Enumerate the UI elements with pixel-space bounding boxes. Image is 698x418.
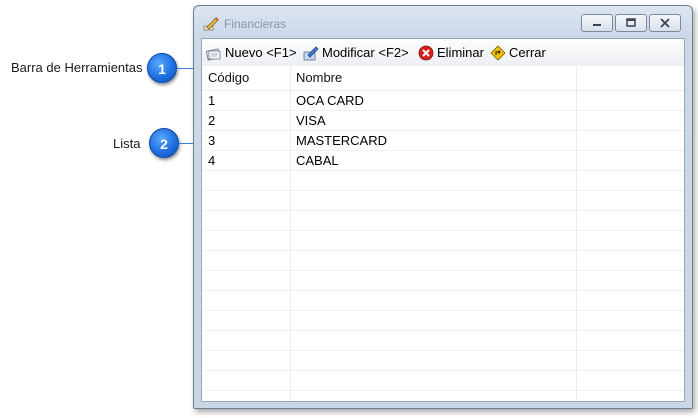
window-client-area: Nuevo <F1> Modificar <F2> Eliminar Cerra…	[201, 38, 685, 402]
cell-nombre: MASTERCARD	[296, 133, 388, 148]
eliminar-button[interactable]: Eliminar	[418, 43, 484, 62]
empty-list-row[interactable]	[202, 271, 684, 291]
title-bar[interactable]: Financieras	[194, 6, 692, 38]
cell-codigo: 3	[208, 133, 216, 148]
window-title: Financieras	[224, 17, 287, 31]
empty-list-row[interactable]	[202, 211, 684, 231]
cell-codigo: 2	[208, 113, 216, 128]
nuevo-label: Nuevo <F1>	[225, 45, 297, 60]
empty-list-row[interactable]	[202, 351, 684, 371]
maximize-button[interactable]	[615, 14, 647, 32]
empty-list-row[interactable]	[202, 311, 684, 331]
financieras-window: Financieras Nuevo <F1> Modificar <F2> El…	[193, 5, 693, 409]
empty-list-row[interactable]	[202, 391, 684, 401]
callout-label-toolbar: Barra de Herramientas	[11, 60, 143, 75]
maximize-icon	[626, 18, 636, 27]
list-item[interactable]: 4 CABAL	[202, 151, 684, 171]
delete-icon	[418, 45, 434, 60]
exit-sign-icon	[490, 44, 506, 61]
list-item[interactable]: 2 VISA	[202, 111, 684, 131]
modificar-label: Modificar <F2>	[322, 45, 409, 60]
cerrar-label: Cerrar	[509, 45, 546, 60]
minimize-icon	[593, 24, 601, 26]
eliminar-label: Eliminar	[437, 45, 484, 60]
nuevo-button[interactable]: Nuevo <F1>	[206, 43, 297, 62]
list-item[interactable]: 1 OCA CARD	[202, 91, 684, 111]
callout-badge-2: 2	[149, 128, 179, 158]
callout-label-list: Lista	[113, 136, 141, 151]
close-icon	[660, 18, 670, 28]
empty-list-row[interactable]	[202, 171, 684, 191]
new-document-icon	[206, 47, 221, 61]
empty-list-row[interactable]	[202, 231, 684, 251]
cell-nombre: CABAL	[296, 153, 339, 168]
empty-list-row[interactable]	[202, 251, 684, 271]
edit-icon	[303, 45, 319, 60]
empty-list-row[interactable]	[202, 331, 684, 351]
list-header: Código Nombre	[202, 66, 684, 91]
cell-codigo: 4	[208, 153, 216, 168]
cell-nombre: VISA	[296, 113, 326, 128]
cell-nombre: OCA CARD	[296, 93, 364, 108]
empty-list-row[interactable]	[202, 291, 684, 311]
financieras-list[interactable]: Código Nombre 1 OCA CARD 2 VISA 3 MASTERCARD 4…	[202, 66, 684, 401]
minimize-button[interactable]	[581, 14, 613, 32]
column-header-codigo[interactable]: Código	[202, 66, 290, 90]
toolbar: Nuevo <F1> Modificar <F2> Eliminar Cerra…	[202, 39, 684, 67]
modificar-button[interactable]: Modificar <F2>	[303, 43, 409, 62]
close-button[interactable]	[649, 14, 681, 32]
empty-list-row[interactable]	[202, 191, 684, 211]
empty-list-row[interactable]	[202, 371, 684, 391]
cell-codigo: 1	[208, 93, 216, 108]
list-item[interactable]: 3 MASTERCARD	[202, 131, 684, 151]
cerrar-button[interactable]: Cerrar	[490, 43, 546, 62]
callout-badge-1: 1	[147, 53, 177, 83]
edit-pencil-icon	[203, 17, 219, 31]
column-header-nombre[interactable]: Nombre	[290, 66, 576, 90]
